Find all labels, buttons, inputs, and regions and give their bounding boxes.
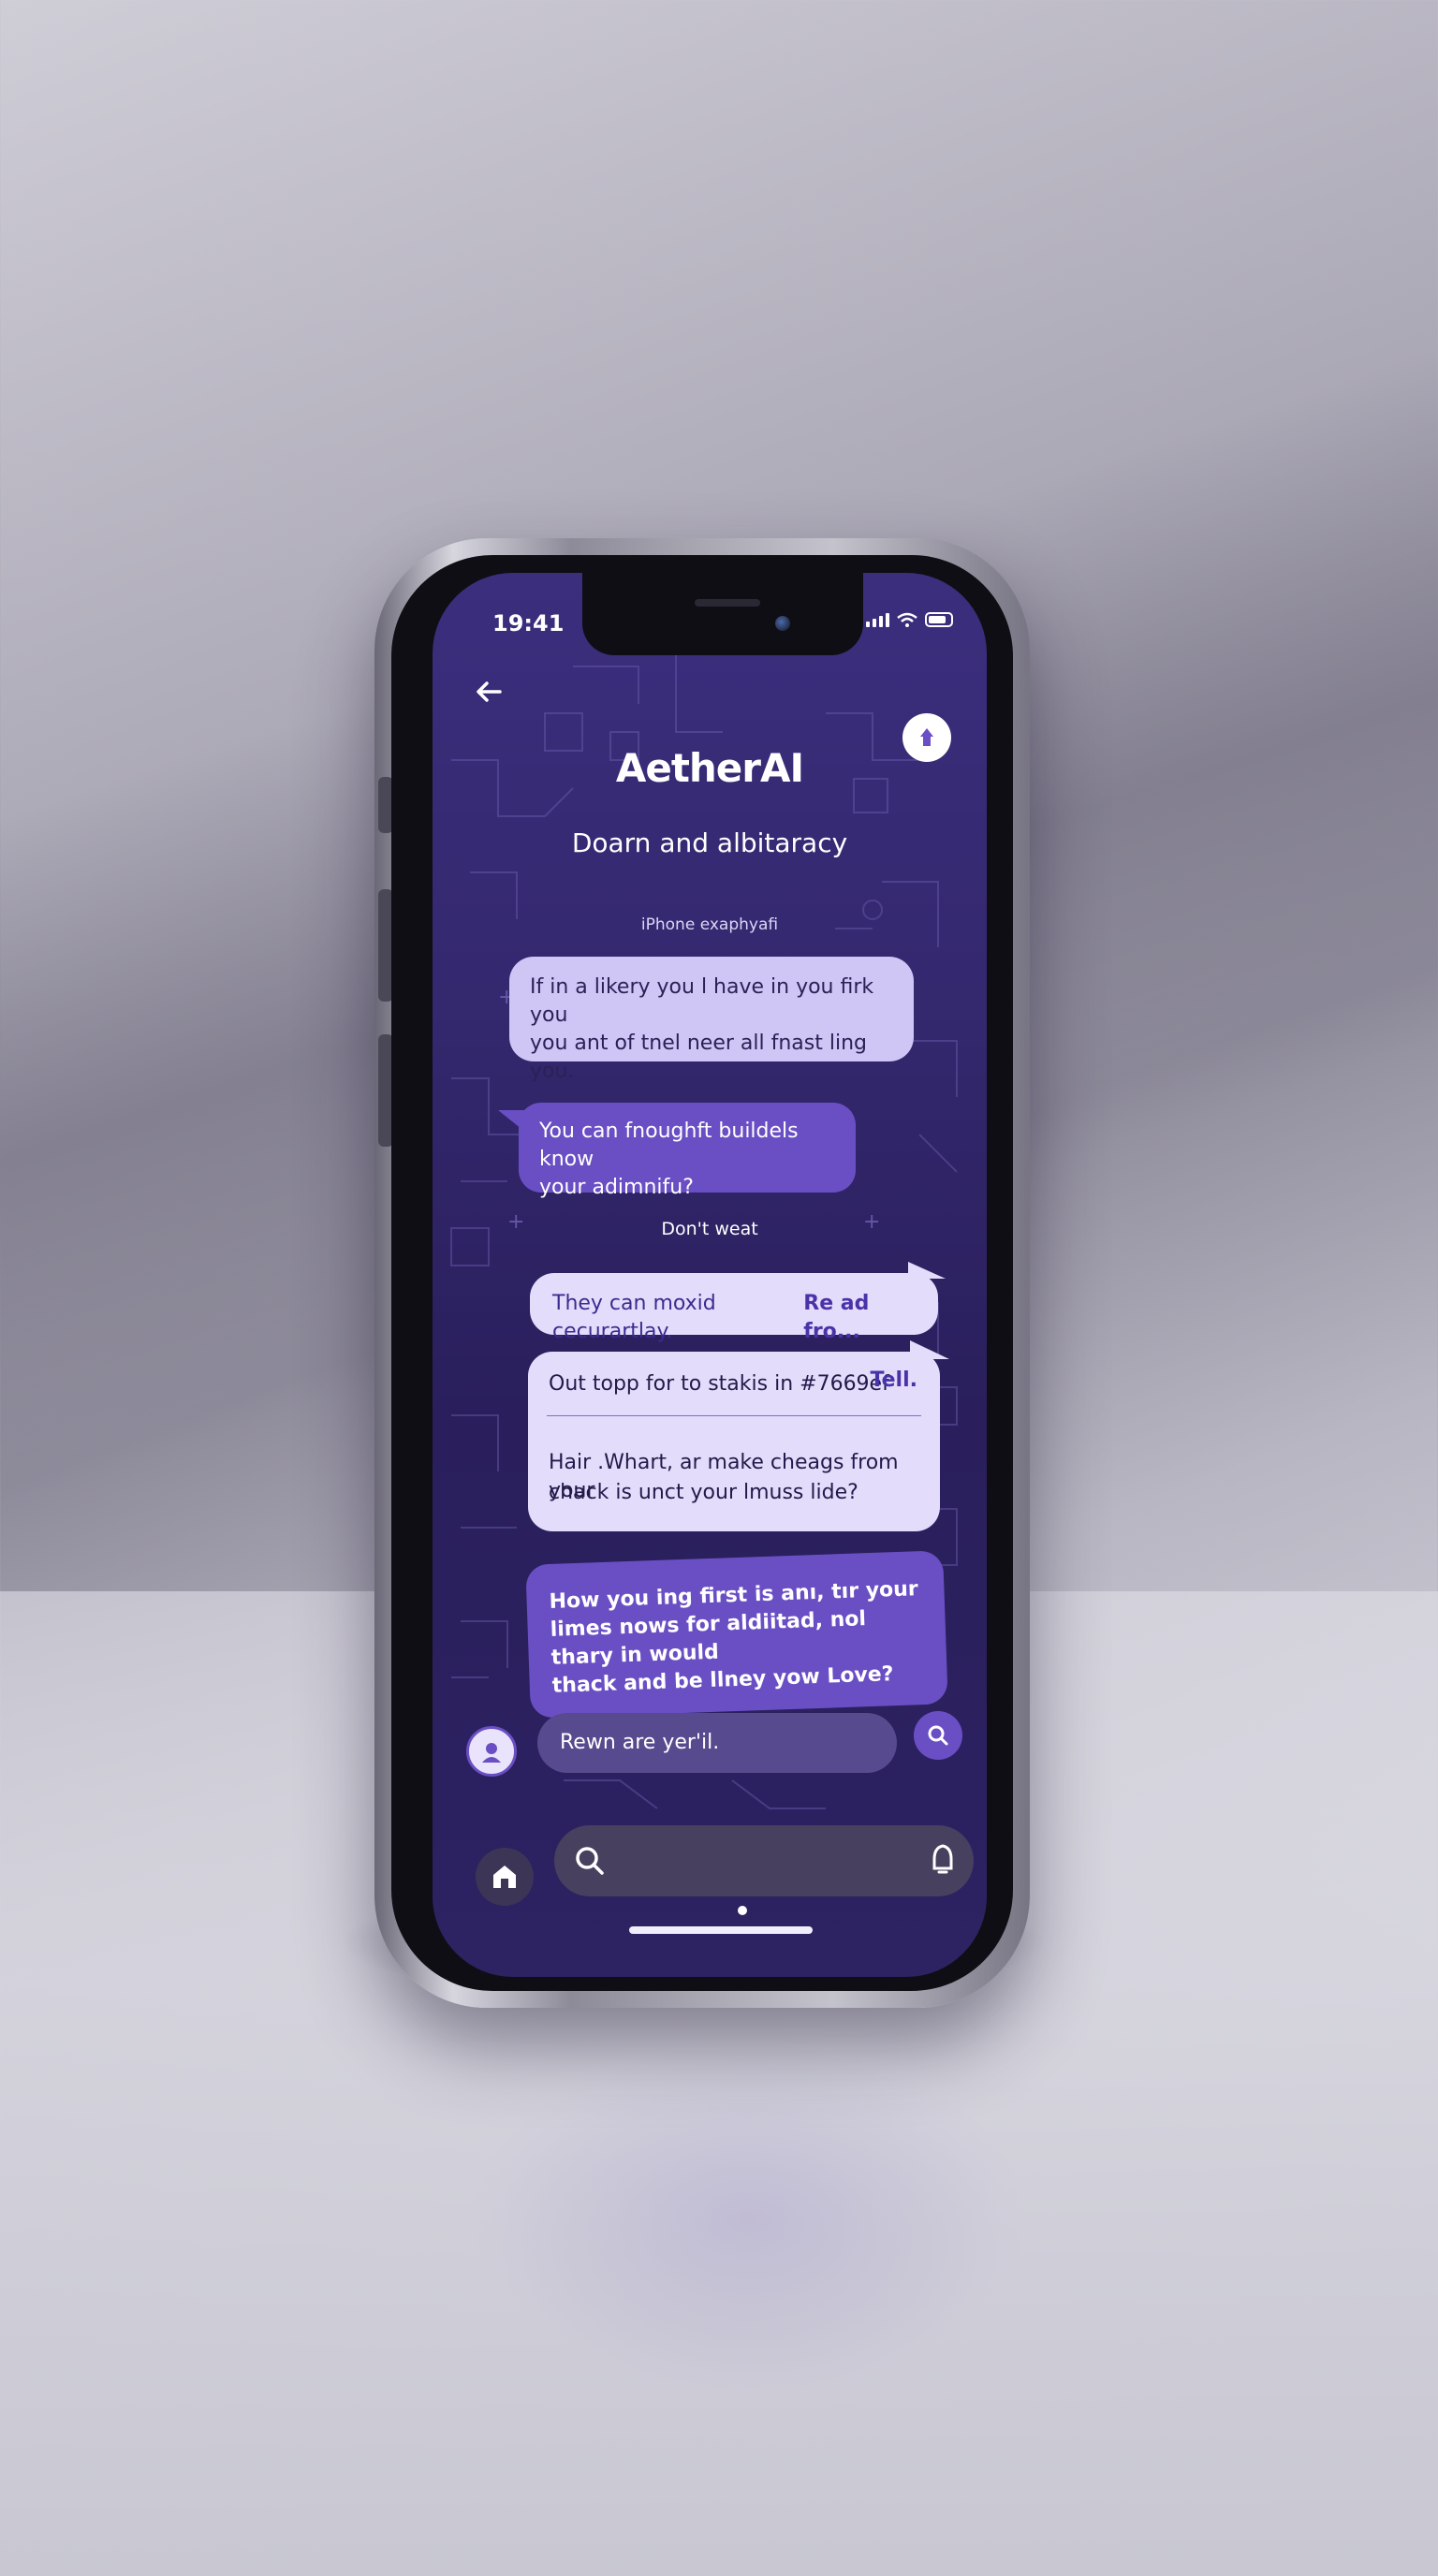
message-text-line: chack is unct your lmuss lide? [549,1481,858,1504]
message-text-line: You can fnoughft buildels know [539,1120,799,1171]
home-indicator[interactable] [629,1926,813,1934]
notch [582,573,863,655]
message-separator: Don't weat [661,1219,758,1239]
conversation-subtitle: Doarn and albitaracy [571,827,848,858]
page-indicator-dot [738,1906,747,1915]
front-camera [775,616,790,631]
message-text-line: your adimnifu? [539,1176,694,1199]
message-bubble[interactable]: They can moxid cecurartlay. Re ad fro... [530,1273,938,1343]
message-text-line: you ant of tnel neer all fnast ling you. [530,1032,868,1083]
message-text-line: Out topp for to stakis in #7669ef [549,1372,889,1396]
bell-icon[interactable] [929,1842,957,1878]
signal-icon [866,613,889,627]
assistant-avatar[interactable] [466,1726,517,1777]
message-text-line: If in a likery you l have in you firk yo… [530,975,874,1027]
battery-icon [925,612,953,627]
phone-screen: + + + + 19:41 AetherAI Doarn and albitar… [433,573,987,1977]
read-more-link[interactable]: Re ad fro... [803,1290,916,1343]
message-bubble[interactable]: How you ing first is anı, tır your limes… [525,1550,948,1719]
status-time: 19:41 [492,610,565,637]
assistant-icon [482,1743,501,1763]
device-note: iPhone exaphyafi [640,915,779,934]
app-title: AetherAI [615,745,804,791]
search-icon [576,1847,604,1875]
search-icon [928,1725,948,1746]
back-arrow-icon[interactable] [468,674,509,715]
message-input[interactable]: Rewn are yer'il. [537,1713,897,1773]
message-bubble[interactable]: You can fnoughft buildels know your adim… [519,1103,856,1199]
tell-link[interactable]: Tell. [871,1367,917,1395]
home-icon [493,1866,516,1888]
wifi-icon [897,612,917,627]
status-icons [866,612,953,627]
home-button[interactable] [476,1848,534,1906]
speaker-grille [695,599,760,607]
message-bubble[interactable]: Out topp for to stakis in #7669ef Tell. … [528,1352,940,1531]
search-button[interactable] [914,1711,962,1760]
bubble-divider [547,1415,921,1416]
message-text: They can moxid cecurartlay. [552,1292,716,1343]
phone-reflection [468,2041,1030,2396]
bottom-search-bar[interactable] [554,1825,974,1896]
message-bubble[interactable]: If in a likery you l have in you firk yo… [509,957,914,1083]
